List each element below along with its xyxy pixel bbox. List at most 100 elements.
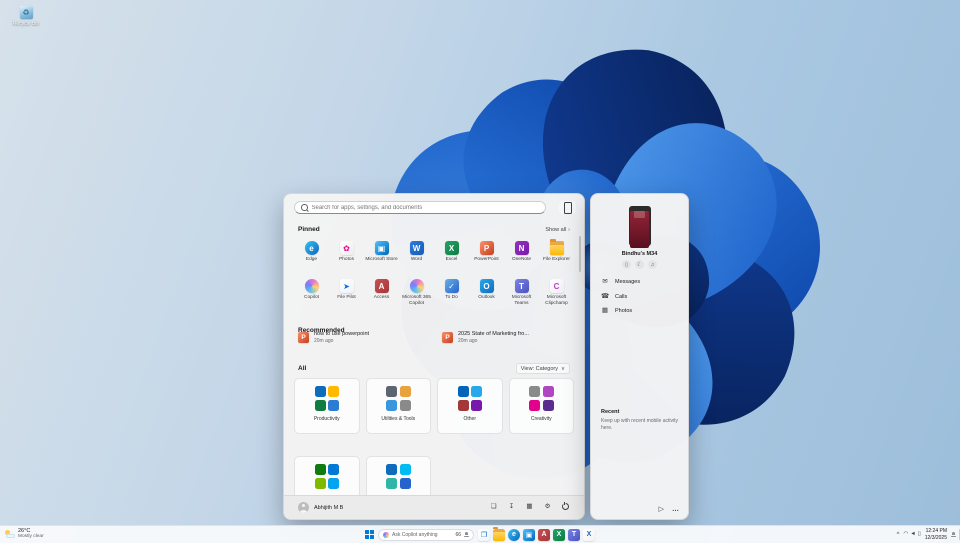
taskbar-app-access[interactable]: A [538,528,550,541]
phone-recent-section: Recent Keep up with recent mobile activi… [601,409,680,432]
access-icon: A [374,279,389,293]
to-do-icon: ✓ [444,279,459,293]
win-pane [365,530,370,535]
pinned-app-photos[interactable]: ✿ Photos [329,238,364,274]
phone-menu-photos[interactable]: ▦ Photos [591,304,688,319]
footer-actions: ❏ ↧ ▦ ⚙ [489,501,570,513]
pinned-app-microsoft-store[interactable]: ▣ Microsoft Store [364,238,399,274]
taskbar-app-x-app[interactable]: X [583,528,595,541]
mini-app-tile [328,477,339,489]
chevron-down-icon: ∨ [560,365,565,372]
system-tray-icons[interactable]: ◠ ◄ ▯ [903,530,920,538]
recycle-glyph: ♻ [22,7,30,17]
microsoft-365-copilot-icon [409,279,424,293]
taskbar-clock[interactable]: 12:24 PM 12/3/2025 [925,528,947,541]
access-icon: A [538,528,550,541]
pinned-app-microsoft-teams[interactable]: T Microsoft Teams [504,276,539,312]
phone-menu-messages[interactable]: ✉ Messages [591,275,688,290]
mini-app-tile [542,399,554,411]
onenote-icon: N [514,241,529,255]
category-productivity[interactable]: Productivity [294,378,360,434]
new-document-icon[interactable]: ❏ [489,504,498,511]
pinned-app-access[interactable]: A Access [364,276,399,312]
more-options-button[interactable]: … [672,506,679,513]
pinned-app-file-pilot[interactable]: ➤ File Pilot [329,276,364,312]
pinned-app-edge[interactable]: e Edge [294,238,329,274]
category-utilities-tools[interactable]: Utilities & Tools [365,378,431,434]
pinned-app-outlook[interactable]: O Outlook [469,276,504,312]
2025-state-of-marketing-fro-icon: P [442,332,453,343]
show-all-button[interactable]: Show all › [545,227,570,233]
mini-app-tile [529,399,540,411]
pinned-app-onenote[interactable]: N OneNote [504,238,539,274]
scrollbar[interactable] [579,236,581,272]
wifi-icon: ◠ [903,530,909,537]
recycle-bin[interactable]: ♻ Recycle Bin [8,6,44,27]
how-to-use-powerpoint-icon: P [298,332,309,343]
photos-icon: ✿ [339,241,354,255]
taskbar-weather-widget[interactable]: 26°C Mostly clear [4,528,44,541]
phone-link-panel: Bindhu's M34 ▯ ☾ ♫ ✉ Messages ☎ Calls ▦ Photos … [590,193,689,520]
pinned-apps-grid: e Edge ✿ Photos ▣ Microsoft Store W Word X Excel P… [294,238,574,312]
mini-app-tile [314,477,326,489]
phone-menu-label: Messages [615,279,641,286]
recommended-item[interactable]: Phow to use powerpoint 20m ago [294,328,430,347]
send-icon[interactable]: ▷ [659,506,664,513]
volume-icon: ◄ [910,530,916,537]
category-apps-preview [386,386,411,411]
copilot-icon [304,279,319,293]
app-label: Microsoft Store [365,257,398,262]
phone-menu-calls[interactable]: ☎ Calls [591,290,688,305]
weather-condition: Mostly clear [18,534,44,540]
pinned-app-to-do[interactable]: ✓ To Do [434,276,469,312]
recommended-item[interactable]: P 2025 State of Marketing fro... 20m ago [438,328,574,347]
mini-app-tile [328,386,339,397]
start-button[interactable] [365,530,374,539]
pictures-icon[interactable]: ▦ [525,504,534,511]
import-icon[interactable]: ↧ [507,504,516,511]
avatar [298,502,309,513]
microsoft-teams-icon: T [514,279,529,293]
user-profile-button[interactable]: Abhijith M B [298,502,343,513]
taskbar-search-box[interactable]: Ask Copilot anything 66 [378,528,474,541]
taskbar-app-file-explorer[interactable] [493,526,505,541]
taskbar-app-teams[interactable]: T [568,528,580,541]
mini-app-tile [457,399,469,411]
pinned-app-microsoft-365-copilot[interactable]: Microsoft 365 Copilot [399,276,434,312]
audio-icon[interactable]: ♫ [648,260,657,269]
power-icon[interactable] [561,501,570,513]
teams-icon: T [568,528,580,541]
category-apps-preview [314,386,339,411]
pinned-app-microsoft-clipchamp[interactable]: C Microsoft Clipchamp [539,276,574,312]
app-label: Outlook [478,295,495,300]
device-name: Bindhu's M34 [621,251,658,257]
win-pane [365,534,370,539]
pinned-app-file-explorer[interactable]: File Explorer [539,238,574,274]
battery-icon[interactable]: ▯ [622,260,631,269]
settings-icon[interactable]: ⚙ [543,504,552,511]
taskbar-app-excel[interactable]: X [553,528,565,541]
pinned-app-powerpoint[interactable]: P PowerPoint [469,238,504,274]
view-category-dropdown[interactable]: View: Category ∨ [515,363,570,374]
taskbar-app-microsoft-store[interactable]: ▣ [523,528,535,541]
mini-app-tile [542,386,554,397]
app-label: Microsoft Clipchamp [545,295,568,306]
app-label: File Pilot [337,295,356,300]
calls-icon: ☎ [601,292,610,300]
category-label: Productivity [313,415,340,422]
pinned-app-excel[interactable]: X Excel [434,238,469,274]
dnd-icon[interactable]: ☾ [635,260,644,269]
category-other[interactable]: Other [437,378,503,434]
pinned-app-copilot[interactable]: Copilot [294,276,329,312]
phone-preview[interactable] [628,206,651,248]
mini-app-tile [471,386,482,397]
hidden-icons-chevron[interactable]: ^ [897,532,900,538]
taskbar-app-edge[interactable]: e [508,528,520,541]
start-search-bar[interactable] [294,201,546,214]
start-search-input[interactable] [311,204,539,211]
taskbar-app-task-view[interactable]: ❐ [478,528,490,541]
phone-panel-toggle-button[interactable] [559,201,576,214]
pinned-app-word[interactable]: W Word [399,238,434,274]
category-creativity[interactable]: Creativity [508,378,574,434]
notification-bell-icon[interactable] [951,532,956,537]
